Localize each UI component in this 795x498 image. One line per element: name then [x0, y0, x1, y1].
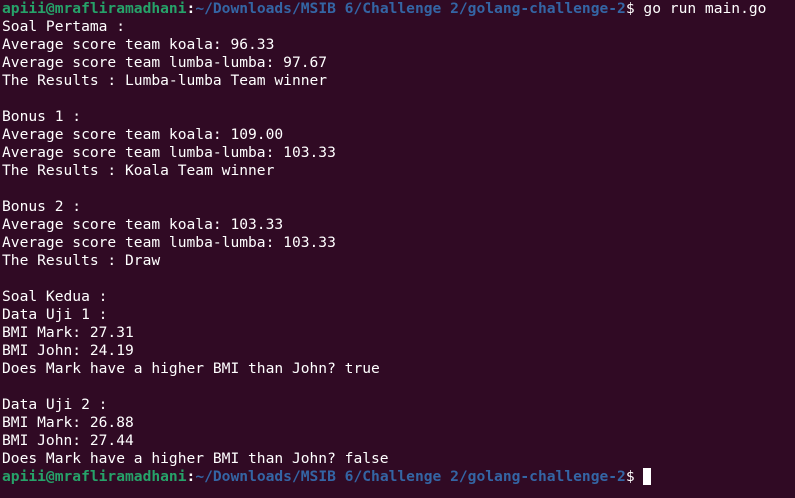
output-line: Average score team lumba-lumba: 97.67: [2, 54, 328, 71]
prompt-dollar: $: [625, 468, 635, 485]
output-line: Average score team koala: 96.33: [2, 36, 275, 53]
prompt-line-command: apiii@mrafliramadhani:~/Downloads/MSIB 6…: [2, 0, 795, 18]
prompt-path: ~/Downloads/MSIB 6/Challenge 2/golang-ch…: [195, 0, 626, 17]
output-line: Does Mark have a higher BMI than John? t…: [2, 360, 380, 377]
prompt-line-current[interactable]: apiii@mrafliramadhani:~/Downloads/MSIB 6…: [2, 468, 795, 486]
text-cursor: [642, 468, 651, 485]
output-line: Data Uji 1 :: [2, 306, 108, 323]
prompt-path: ~/Downloads/MSIB 6/Challenge 2/golang-ch…: [195, 468, 626, 485]
output-line: BMI John: 24.19: [2, 342, 134, 359]
output-line: BMI Mark: 26.88: [2, 414, 134, 431]
command-text: go run main.go: [634, 0, 767, 17]
prompt-user-host: apiii@mrafliramadhani: [2, 0, 187, 17]
output-line: Does Mark have a higher BMI than John? f…: [2, 450, 389, 467]
output-line: Average score team lumba-lumba: 103.33: [2, 144, 336, 161]
prompt-user-host: apiii@mrafliramadhani: [2, 468, 187, 485]
output-line: Bonus 2 :: [2, 198, 82, 215]
output-line: Average score team koala: 109.00: [2, 126, 284, 143]
terminal-window[interactable]: apiii@mrafliramadhani:~/Downloads/MSIB 6…: [0, 0, 795, 498]
prompt-separator: :: [186, 468, 196, 485]
output-line: The Results : Lumba-lumba Team winner: [2, 72, 328, 89]
output-line: BMI John: 27.44: [2, 432, 134, 449]
output-line: Average score team koala: 103.33: [2, 216, 284, 233]
output-line: The Results : Koala Team winner: [2, 162, 275, 179]
output-line: The Results : Draw: [2, 252, 161, 269]
output-line: Soal Kedua :: [2, 288, 108, 305]
prompt-separator: :: [186, 0, 196, 17]
output-line: BMI Mark: 27.31: [2, 324, 134, 341]
prompt-dollar: $: [625, 0, 635, 17]
output-line: Average score team lumba-lumba: 103.33: [2, 234, 336, 251]
output-line: Bonus 1 :: [2, 108, 82, 125]
output-line: Data Uji 2 :: [2, 396, 108, 413]
output-line: Soal Pertama :: [2, 18, 126, 35]
